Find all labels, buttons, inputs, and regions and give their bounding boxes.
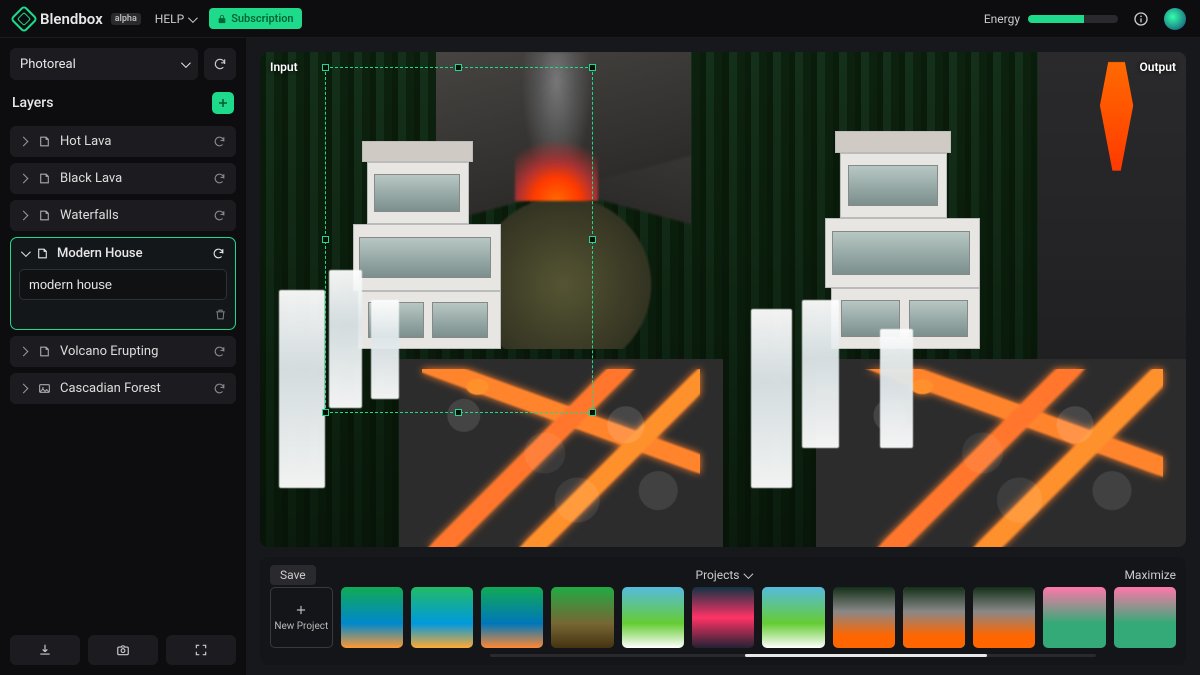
trash-icon — [214, 308, 227, 321]
camera-icon — [116, 643, 130, 657]
save-button[interactable]: Save — [270, 565, 316, 585]
project-thumb[interactable] — [973, 587, 1035, 648]
project-thumb[interactable] — [411, 587, 473, 648]
chevron-down-icon — [181, 57, 188, 72]
plus-icon — [217, 97, 229, 109]
energy-bar — [1028, 15, 1118, 23]
chevron-right-icon[interactable] — [20, 344, 30, 359]
layer-item[interactable]: Cascadian Forest — [10, 373, 236, 404]
project-thumb[interactable] — [622, 587, 684, 648]
layer-item[interactable]: Waterfalls — [10, 200, 236, 231]
refresh-icon — [213, 57, 227, 71]
projects-dropdown[interactable]: Projects — [696, 568, 751, 582]
layer-refresh-button[interactable] — [213, 209, 226, 222]
energy-meter: Energy — [984, 12, 1118, 26]
project-thumb[interactable] — [762, 587, 824, 648]
image-icon — [38, 382, 52, 395]
subscription-button[interactable]: Subscription — [209, 8, 301, 29]
plus-icon — [294, 603, 308, 617]
alpha-badge: alpha — [111, 13, 141, 25]
help-menu[interactable]: HELP — [155, 12, 195, 26]
style-select[interactable]: Photoreal — [10, 48, 198, 80]
layer-label: Volcano Erupting — [60, 344, 205, 359]
style-selected-label: Photoreal — [20, 57, 76, 72]
project-thumb[interactable] — [341, 587, 403, 648]
chevron-right-icon[interactable] — [20, 134, 30, 149]
layer-refresh-button[interactable] — [213, 382, 226, 395]
layer-item[interactable]: Black Lava — [10, 163, 236, 194]
prompt-icon — [38, 209, 52, 222]
project-thumb[interactable] — [903, 587, 965, 648]
layer-label: Black Lava — [60, 171, 205, 186]
layer-label: Hot Lava — [60, 134, 205, 149]
app-logo[interactable]: Blendbox alpha — [14, 9, 141, 29]
layer-label: Waterfalls — [60, 208, 205, 223]
layer-refresh-button[interactable] — [213, 172, 226, 185]
help-label: HELP — [155, 12, 184, 26]
thumbs-scrollbar[interactable] — [490, 654, 1096, 657]
expand-icon — [194, 643, 208, 657]
layer-item[interactable]: Hot Lava — [10, 126, 236, 157]
projects-title: Projects — [696, 568, 740, 582]
chevron-down-icon[interactable] — [21, 246, 28, 261]
project-thumb[interactable] — [551, 587, 613, 648]
add-layer-button[interactable] — [212, 92, 234, 114]
layer-refresh-button[interactable] — [213, 345, 226, 358]
chevron-down-icon — [744, 568, 751, 582]
layer-item[interactable]: Volcano Erupting — [10, 336, 236, 367]
layer-label: Cascadian Forest — [60, 381, 205, 396]
layer-item-expanded[interactable]: Modern House — [10, 237, 236, 330]
project-thumb[interactable] — [1114, 587, 1176, 648]
layers-title: Layers — [12, 95, 53, 111]
camera-button[interactable] — [88, 635, 158, 665]
input-label: Input — [270, 60, 298, 74]
subscription-label: Subscription — [231, 12, 293, 25]
style-refresh-button[interactable] — [204, 48, 236, 80]
canvas[interactable]: Input — [260, 52, 1186, 547]
chevron-down-icon — [188, 12, 195, 26]
logo-mark-icon — [10, 4, 38, 32]
info-icon[interactable] — [1132, 10, 1150, 28]
download-button[interactable] — [10, 635, 80, 665]
project-thumb[interactable] — [833, 587, 895, 648]
layer-refresh-button[interactable] — [212, 247, 225, 260]
new-project-button[interactable]: New Project — [270, 587, 333, 648]
brand-name: Blendbox — [40, 10, 103, 28]
layer-label: Modern House — [57, 246, 204, 261]
chevron-right-icon[interactable] — [20, 171, 30, 186]
prompt-icon — [36, 247, 49, 260]
maximize-button[interactable]: Maximize — [1124, 568, 1176, 582]
chevron-right-icon[interactable] — [20, 208, 30, 223]
layer-prompt-input[interactable] — [19, 269, 227, 300]
energy-label: Energy — [984, 12, 1020, 26]
project-thumb[interactable] — [692, 587, 754, 648]
new-project-label: New Project — [274, 621, 328, 632]
output-label: Output — [1140, 60, 1176, 74]
prompt-icon — [38, 172, 52, 185]
project-thumb[interactable] — [481, 587, 543, 648]
delete-layer-button[interactable] — [214, 308, 227, 321]
user-avatar[interactable] — [1164, 8, 1186, 30]
prompt-icon — [38, 135, 52, 148]
layer-refresh-button[interactable] — [213, 135, 226, 148]
lock-icon — [217, 14, 227, 24]
prompt-icon — [38, 345, 52, 358]
download-icon — [38, 643, 52, 657]
output-pane: Output — [723, 52, 1186, 547]
project-thumb[interactable] — [1043, 587, 1105, 648]
fullscreen-button[interactable] — [166, 635, 236, 665]
input-pane[interactable]: Input — [260, 52, 723, 547]
chevron-right-icon[interactable] — [20, 381, 30, 396]
